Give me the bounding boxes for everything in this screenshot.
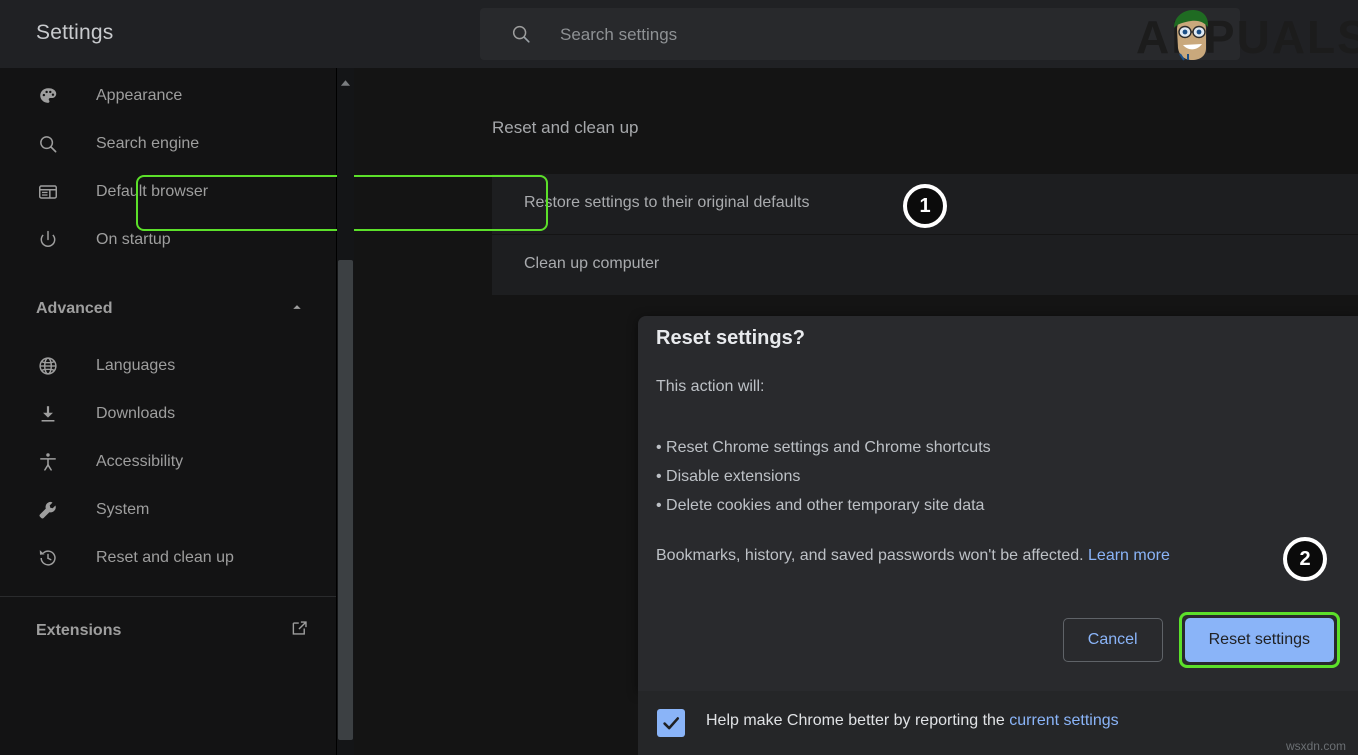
sidebar-item-reset-and-clean-up[interactable]: Reset and clean up [0,534,336,582]
sidebar-scrollbar[interactable] [337,68,354,755]
wrench-icon [36,498,60,522]
search-icon [510,23,532,45]
download-icon [36,402,60,426]
reset-settings-highlight-box: Reset settings [1179,612,1340,668]
open-in-new-icon [289,618,310,644]
sidebar-item-label: Downloads [96,405,175,423]
history-restore-icon [36,546,60,570]
search-icon [36,132,60,156]
dialog-footnote-text: Bookmarks, history, and saved passwords … [656,547,1084,564]
scrollbar-thumb[interactable] [338,260,353,740]
dialog-bullet: • Disable extensions [656,462,991,491]
settings-sidebar[interactable]: Appearance Search engine Default browser [0,68,336,755]
current-settings-link[interactable]: current settings [1009,712,1118,729]
sidebar-item-label: System [96,501,149,519]
dialog-action-bar: Cancel Reset settings [1063,612,1340,668]
sidebar-item-label: Reset and clean up [96,549,234,567]
page-title: Settings [36,21,113,45]
power-icon [36,228,60,252]
browser-window-icon [36,180,60,204]
sidebar-item-label: Extensions [36,622,121,640]
globe-icon [36,354,60,378]
sidebar-item-appearance[interactable]: Appearance [0,72,336,120]
accessibility-icon [36,450,60,474]
search-input[interactable] [558,8,1162,62]
sidebar-item-label: On startup [96,231,171,249]
sidebar-item-label: Search engine [96,135,199,153]
palette-icon [36,84,60,108]
dialog-footnote: Bookmarks, history, and saved passwords … [656,547,1170,565]
reset-settings-dialog: Reset settings? This action will: • Rese… [638,316,1358,691]
step-badge-2: 2 [1283,537,1327,581]
step-badge-1: 1 [903,184,947,228]
dialog-bullet: • Delete cookies and other temporary sit… [656,491,991,520]
row-label: Clean up computer [524,255,659,273]
top-bar: Settings [0,0,1358,68]
chevron-up-icon [288,298,306,321]
row-clean-up-computer[interactable]: Clean up computer [492,235,1358,295]
sidebar-item-accessibility[interactable]: Accessibility [0,438,336,486]
sidebar-item-system[interactable]: System [0,486,336,534]
sidebar-item-search-engine[interactable]: Search engine [0,120,336,168]
report-settings-label: Help make Chrome better by reporting the… [706,712,1119,730]
sidebar-item-label: Languages [96,357,175,375]
scroll-up-arrow-icon[interactable] [337,76,354,90]
sidebar-item-languages[interactable]: Languages [0,342,336,390]
row-label: Restore settings to their original defau… [524,194,809,212]
sidebar-item-label: Accessibility [96,453,183,471]
dialog-intro-text: This action will: [656,378,764,396]
dialog-bullet: • Reset Chrome settings and Chrome short… [656,433,991,462]
sidebar-item-downloads[interactable]: Downloads [0,390,336,438]
cancel-button[interactable]: Cancel [1063,618,1163,662]
report-settings-text: Help make Chrome better by reporting the [706,712,1005,729]
section-title: Reset and clean up [492,118,639,138]
sidebar-item-label: Appearance [96,87,182,105]
search-bar[interactable] [480,8,1240,60]
dialog-title: Reset settings? [656,327,805,350]
check-icon [660,712,682,734]
learn-more-link[interactable]: Learn more [1088,547,1170,564]
report-settings-checkbox[interactable] [657,709,685,737]
sidebar-section-advanced[interactable]: Advanced [0,286,336,332]
reset-settings-button[interactable]: Reset settings [1185,618,1334,662]
sidebar-divider [0,596,336,597]
report-settings-strip: Help make Chrome better by reporting the… [638,691,1358,755]
sidebar-item-extensions[interactable]: Extensions [0,607,336,655]
sidebar-section-label: Advanced [36,300,112,318]
site-watermark: wsxdn.com [1286,739,1346,753]
dialog-bullet-list: • Reset Chrome settings and Chrome short… [656,433,991,520]
